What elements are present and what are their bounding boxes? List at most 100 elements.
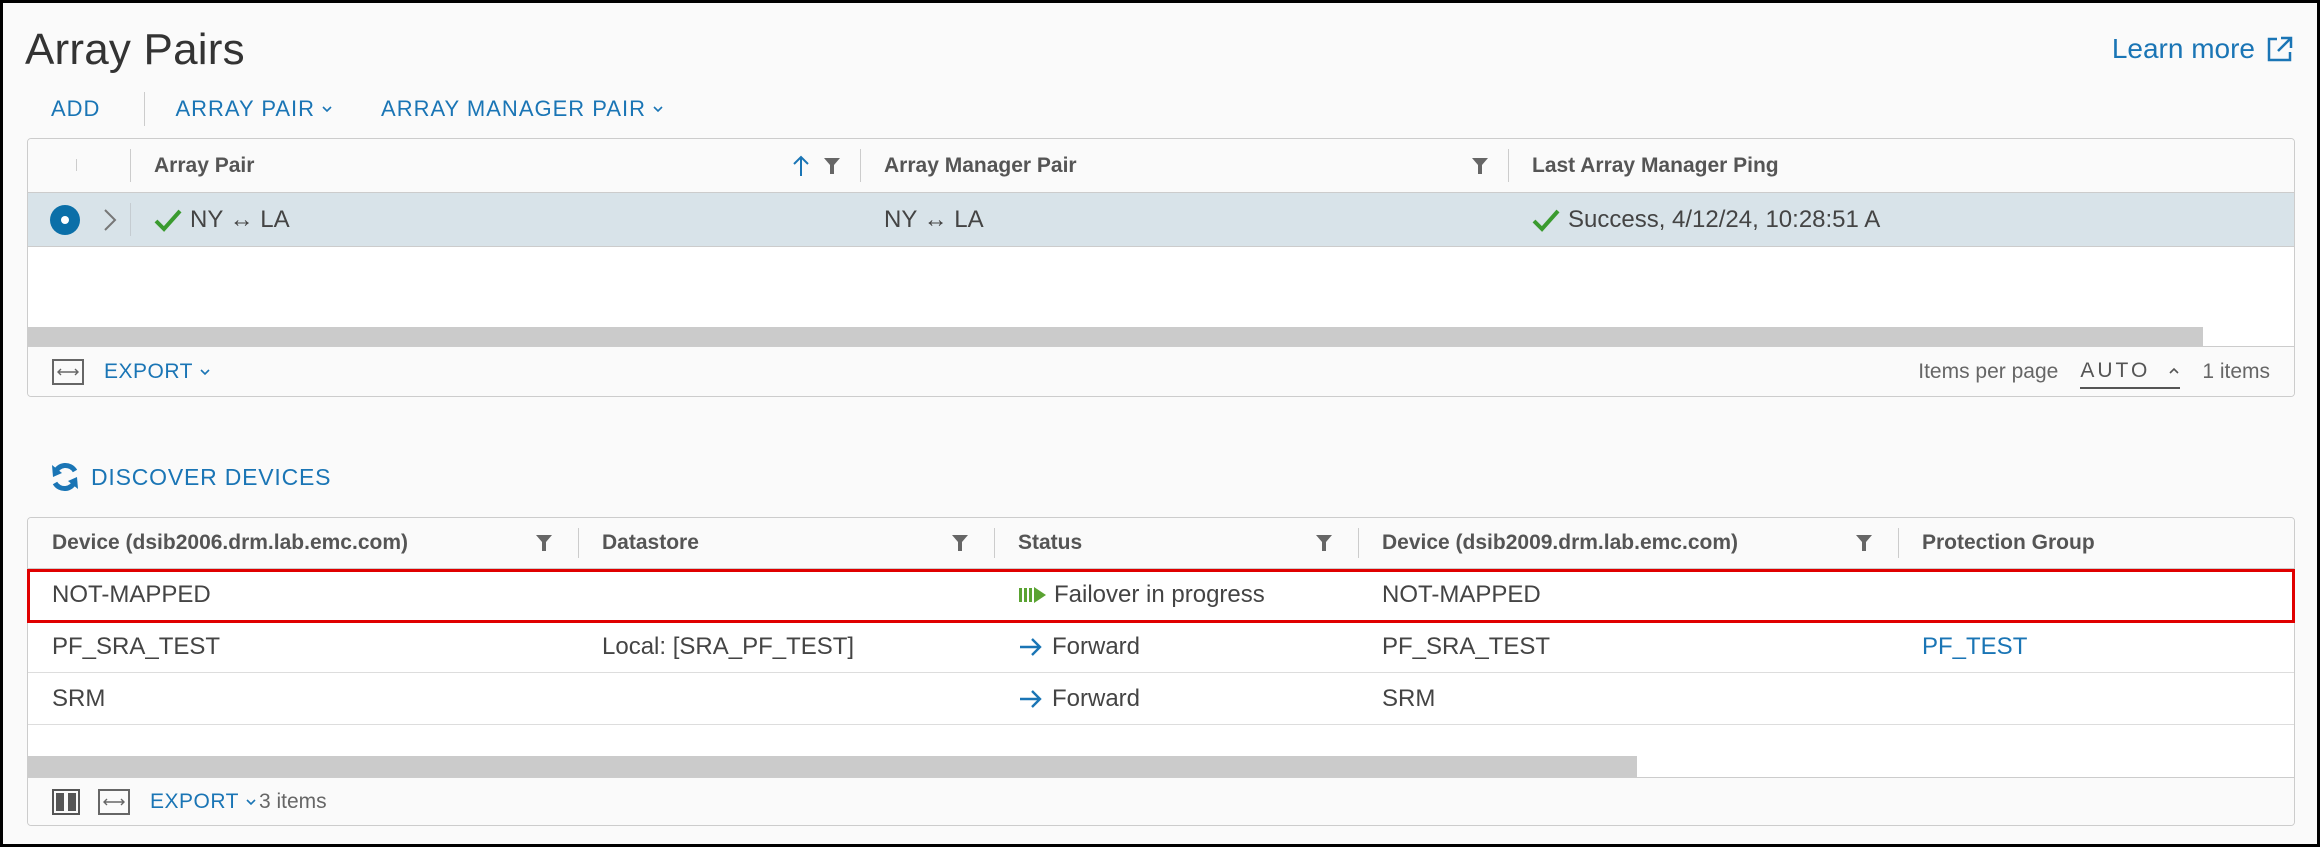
cell-last-ping: Success, 4/12/24, 10:28:51 A bbox=[1508, 193, 2294, 246]
table-row[interactable]: NY ↔ LA NY ↔ LA Success, 4/12/24, 10:28:… bbox=[28, 193, 2294, 247]
discover-devices-label: DISCOVER DEVICES bbox=[91, 463, 332, 490]
row-expand-cell bbox=[102, 193, 130, 246]
column-header-array-pair[interactable]: Array Pair bbox=[130, 139, 860, 192]
array-manager-pair-menu-button[interactable]: ARRAY MANAGER PAIR bbox=[359, 96, 690, 122]
column-header-device-local[interactable]: Device (dsib2006.drm.lab.emc.com) bbox=[28, 518, 578, 568]
items-per-page-value: AUTO bbox=[2080, 358, 2151, 382]
cell-datastore: Local: [SRA_PF_TEST] bbox=[578, 621, 994, 672]
success-check-icon bbox=[154, 209, 182, 232]
horizontal-scrollbar[interactable] bbox=[28, 756, 2294, 778]
row-radio-selected[interactable] bbox=[50, 204, 80, 235]
cell-device-local: NOT-MAPPED bbox=[28, 569, 578, 620]
grid-footer: EXPORT Items per page AUTO 1 items bbox=[28, 346, 2294, 396]
device-local-value: SRM bbox=[52, 684, 106, 712]
scrollbar-thumb[interactable] bbox=[28, 327, 2204, 347]
app-frame: Array Pairs Learn more ADD ARRAY PAIR AR… bbox=[3, 3, 2317, 844]
column-header-label: Device (dsib2009.drm.lab.emc.com) bbox=[1382, 531, 1738, 554]
discover-devices-button[interactable]: DISCOVER DEVICES bbox=[49, 461, 331, 493]
cell-device-local: PF_SRA_TEST bbox=[28, 621, 578, 672]
column-resize-icon[interactable] bbox=[52, 358, 84, 385]
cell-protection-group bbox=[1898, 569, 2294, 620]
add-button[interactable]: ADD bbox=[25, 96, 100, 122]
column-divider bbox=[76, 159, 77, 171]
success-check-icon bbox=[1532, 209, 1560, 232]
array-pair-menu-label: ARRAY PAIR bbox=[175, 96, 316, 121]
column-divider bbox=[994, 528, 995, 558]
column-header-device-remote[interactable]: Device (dsib2009.drm.lab.emc.com) bbox=[1358, 518, 1898, 568]
device-local-value: PF_SRA_TEST bbox=[52, 632, 221, 660]
failover-progress-icon bbox=[1019, 586, 1046, 603]
column-header-status[interactable]: Status bbox=[994, 518, 1358, 568]
cell-status: Forward bbox=[994, 621, 1358, 672]
add-button-label: ADD bbox=[51, 96, 101, 121]
filter-icon[interactable] bbox=[536, 534, 552, 552]
column-resize-icon[interactable] bbox=[98, 788, 130, 815]
cell-datastore bbox=[578, 569, 994, 620]
column-header-last-ping[interactable]: Last Array Manager Ping bbox=[1508, 139, 2294, 192]
column-header-datastore[interactable]: Datastore bbox=[578, 518, 994, 568]
filter-icon[interactable] bbox=[1472, 157, 1488, 175]
filter-icon[interactable] bbox=[952, 534, 968, 552]
chevron-up-icon bbox=[2169, 367, 2179, 374]
grid-header: Device (dsib2006.drm.lab.emc.com) Datast… bbox=[28, 518, 2294, 569]
column-header-label: Array Manager Pair bbox=[884, 153, 1077, 177]
column-header-label: Protection Group bbox=[1922, 531, 2095, 554]
table-row[interactable]: SRM Forward SRM bbox=[28, 673, 2294, 725]
column-header-label: Array Pair bbox=[154, 153, 255, 177]
cell-device-local: SRM bbox=[28, 673, 578, 724]
chevron-down-icon bbox=[200, 368, 210, 375]
items-count: 3 items bbox=[258, 789, 327, 813]
column-toggle-icon[interactable] bbox=[52, 788, 80, 815]
column-divider bbox=[1898, 528, 1899, 558]
select-column-header bbox=[28, 139, 102, 192]
scrollbar-thumb[interactable] bbox=[28, 756, 1637, 778]
page-title: Array Pairs bbox=[25, 25, 245, 74]
sort-ascending-icon[interactable] bbox=[792, 154, 810, 178]
array-pair-menu-button[interactable]: ARRAY PAIR bbox=[165, 96, 359, 122]
export-button[interactable]: EXPORT bbox=[150, 790, 257, 814]
device-remote-value: PF_SRA_TEST bbox=[1382, 632, 1551, 660]
table-row[interactable]: NOT-MAPPED Failover in progress NOT-MAPP… bbox=[28, 569, 2294, 621]
filter-icon[interactable] bbox=[1316, 534, 1332, 552]
datastore-value: Local: [SRA_PF_TEST] bbox=[602, 632, 855, 660]
device-remote-value: NOT-MAPPED bbox=[1382, 580, 1541, 608]
horizontal-scrollbar[interactable] bbox=[28, 327, 2294, 347]
forward-arrow-icon bbox=[1020, 689, 1042, 708]
cell-array-manager-pair: NY ↔ LA bbox=[860, 193, 1508, 246]
column-header-array-manager-pair[interactable]: Array Manager Pair bbox=[860, 139, 1508, 192]
cell-device-remote: NOT-MAPPED bbox=[1358, 569, 1898, 620]
device-local-value: NOT-MAPPED bbox=[52, 580, 211, 608]
cell-protection-group: PF_TEST bbox=[1898, 621, 2294, 672]
cell-device-remote: PF_SRA_TEST bbox=[1358, 621, 1898, 672]
column-divider bbox=[578, 528, 579, 558]
export-button[interactable]: EXPORT bbox=[104, 360, 211, 384]
export-label: EXPORT bbox=[150, 789, 239, 813]
cell-array-pair: NY ↔ LA bbox=[130, 193, 860, 246]
chevron-down-icon bbox=[653, 106, 663, 113]
chevron-right-icon[interactable] bbox=[102, 207, 118, 233]
column-header-label: Last Array Manager Ping bbox=[1532, 153, 1779, 177]
cell-status: Forward bbox=[994, 673, 1358, 724]
status-value: Failover in progress bbox=[1054, 580, 1265, 608]
column-header-label: Status bbox=[1018, 531, 1083, 554]
cell-status: Failover in progress bbox=[994, 569, 1358, 620]
array-manager-pair-menu-label: ARRAY MANAGER PAIR bbox=[381, 96, 646, 121]
cell-protection-group bbox=[1898, 673, 2294, 724]
array-pairs-grid: Array Pair Array Manager Pair Last Array… bbox=[27, 138, 2295, 397]
chevron-down-icon bbox=[246, 798, 256, 805]
items-per-page-select[interactable]: AUTO bbox=[2080, 355, 2181, 389]
refresh-icon bbox=[52, 463, 78, 491]
protection-group-link[interactable]: PF_TEST bbox=[1922, 633, 2027, 661]
column-divider bbox=[860, 149, 861, 182]
learn-more-link[interactable]: Learn more bbox=[2112, 33, 2295, 65]
column-divider bbox=[1508, 149, 1509, 182]
table-row[interactable]: PF_SRA_TEST Local: [SRA_PF_TEST] Forward… bbox=[28, 621, 2294, 673]
expand-column-header bbox=[102, 139, 130, 192]
filter-icon[interactable] bbox=[824, 157, 840, 175]
grid-header: Array Pair Array Manager Pair Last Array… bbox=[28, 139, 2294, 193]
learn-more-label: Learn more bbox=[2111, 33, 2255, 64]
column-header-protection-group[interactable]: Protection Group bbox=[1898, 518, 2294, 568]
status-value: Forward bbox=[1052, 632, 1141, 660]
external-link-icon bbox=[2267, 36, 2293, 62]
filter-icon[interactable] bbox=[1856, 534, 1872, 552]
